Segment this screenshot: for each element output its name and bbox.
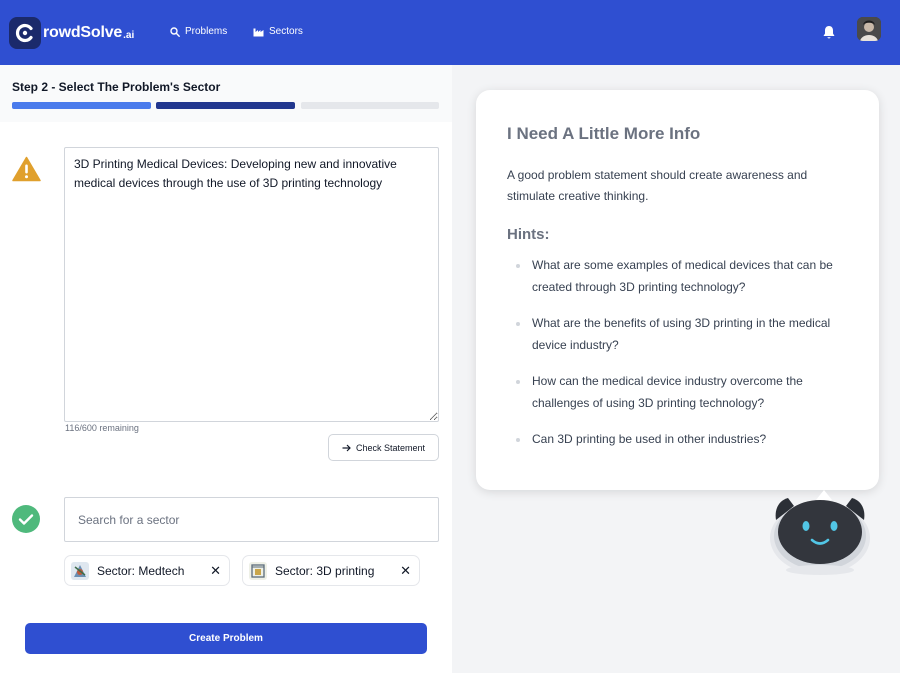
check-statement-label: Check Statement (355, 442, 426, 453)
info-title: I Need A Little More Info (507, 124, 701, 143)
warning-icon (12, 156, 41, 182)
hints-title: Hints: (507, 226, 550, 243)
remove-chip-3d-printing-icon[interactable]: ✕ (400, 563, 411, 579)
robot-assistant-icon (770, 490, 870, 575)
hint-item: What are the benefits of using 3D printi… (516, 313, 856, 356)
sector-search-input[interactable] (64, 497, 439, 542)
search-icon (170, 26, 180, 37)
create-problem-button[interactable]: Create Problem (25, 623, 427, 654)
remove-chip-medtech-icon[interactable]: ✕ (210, 563, 221, 579)
sector-chip-label: Sector: 3D printing (275, 563, 375, 578)
nav-sectors-label: Sectors (269, 26, 303, 37)
progress-segment-2 (156, 102, 295, 109)
medtech-sector-icon (71, 561, 89, 580)
logo-text: rowdSolve (43, 24, 123, 41)
step-title: Step 2 - Select The Problem's Sector (12, 80, 221, 94)
hint-item: Can 3D printing be used in other industr… (516, 429, 856, 451)
logo[interactable]: rowdSolve .ai (9, 17, 134, 49)
nav-problems-label: Problems (185, 26, 228, 37)
sector-chip-medtech: Sector: Medtech ✕ (64, 555, 230, 586)
check-circle-icon (12, 505, 40, 533)
logo-suffix: .ai (123, 29, 135, 41)
info-lead: A good problem statement should create a… (507, 168, 808, 203)
step-header: Step 2 - Select The Problem's Sector (0, 65, 452, 122)
sector-chip-3d-printing: Sector: 3D printing ✕ (242, 555, 420, 586)
hint-item: What are some examples of medical device… (516, 255, 856, 298)
user-avatar[interactable] (857, 17, 881, 41)
arrow-right-icon (342, 444, 351, 451)
sector-chip-label: Sector: Medtech (97, 563, 185, 578)
bell-icon[interactable] (822, 25, 836, 40)
info-card: I Need A Little More Info A good problem… (476, 90, 879, 490)
problem-statement-textarea[interactable]: 3D Printing Medical Devices: Developing … (64, 147, 439, 422)
logo-mark-icon (9, 17, 41, 49)
top-navbar: rowdSolve .ai Problems Sectors (0, 0, 900, 65)
nav-sectors[interactable]: Sectors (253, 26, 303, 37)
characters-remaining: 116/600 remaining (65, 423, 139, 433)
nav-problems[interactable]: Problems (170, 26, 227, 37)
3d-printing-sector-icon (249, 561, 267, 580)
factory-icon (253, 28, 264, 36)
check-statement-button[interactable]: Check Statement (328, 434, 439, 461)
progress-segment-3 (301, 102, 439, 109)
progress-segment-1 (12, 102, 151, 109)
hint-item: How can the medical device industry over… (516, 371, 856, 414)
hints-list: What are some examples of medical device… (516, 255, 856, 466)
